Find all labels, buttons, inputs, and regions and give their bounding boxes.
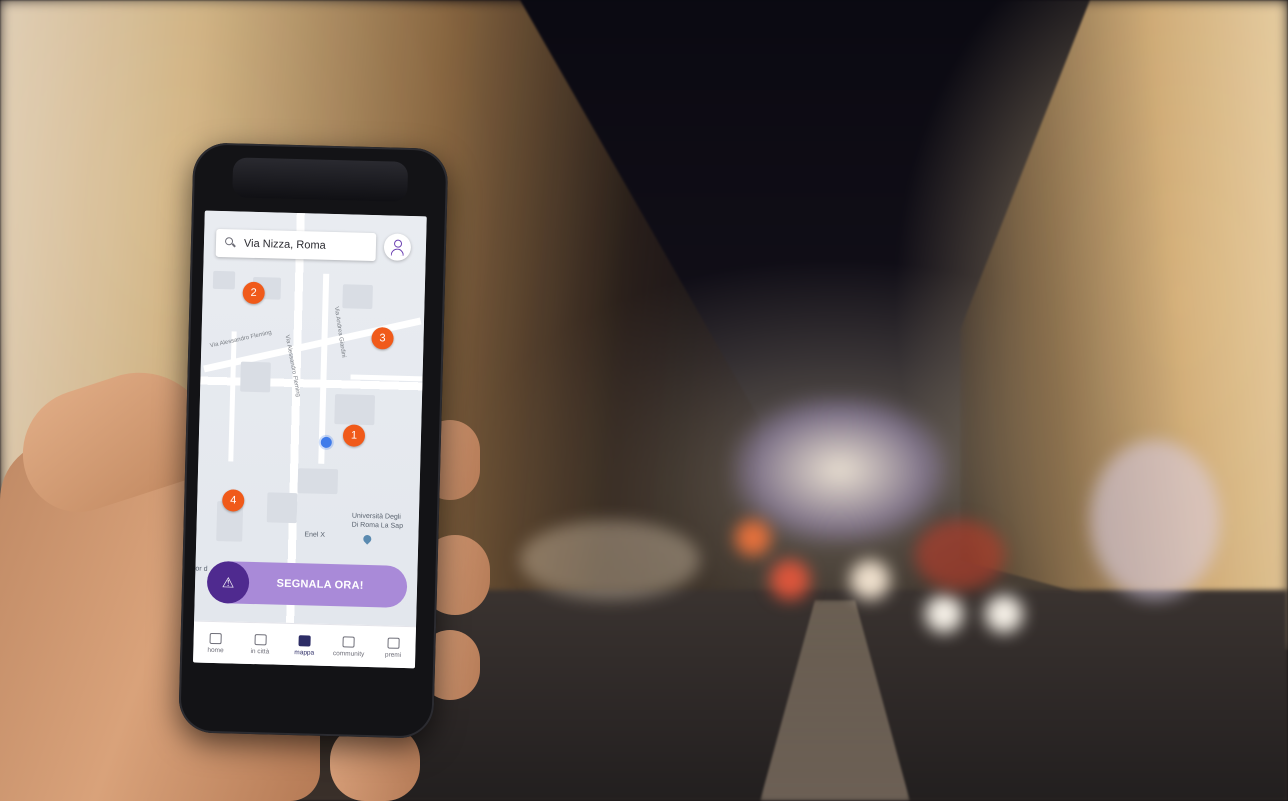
report-pin-1[interactable]: 1 [342,424,366,447]
poi-label: Università Degli [351,512,401,521]
tab-home[interactable]: home [193,632,238,654]
people-icon [342,635,356,648]
map-block [342,284,373,310]
search-icon [224,236,238,250]
bottom-tab-bar: home in città mappa community premi [193,620,417,669]
map-block [297,468,339,495]
map-block [212,270,236,290]
tab-label: in città [250,647,270,655]
report-now-label: SEGNALA ORA! [276,577,364,592]
search-input[interactable]: Via Nizza, Roma [244,238,326,252]
map-road [318,273,330,464]
tab-mappa[interactable]: mappa [282,634,327,656]
search-bar[interactable]: Via Nizza, Roma [215,228,377,262]
phone-top-bezel [232,157,409,202]
map-icon [298,634,311,647]
map-block [266,492,298,524]
poi-label: or d [195,565,208,573]
tab-in-citta[interactable]: in città [238,633,283,655]
bokeh-light [520,520,700,600]
car-headlight [985,595,1023,633]
document-icon [254,633,267,645]
map-road [350,374,423,382]
bokeh-light [735,520,771,556]
report-pin-2[interactable]: 2 [242,281,265,305]
user-icon-body [390,248,404,256]
car-body [915,520,1005,590]
car-headlight [925,595,963,633]
home-icon [209,632,222,644]
poi-label: Enel X [304,531,326,539]
poi-label: Di Roma La Sap [351,521,404,530]
tab-premi[interactable]: premi [371,637,416,659]
tab-label: community [332,649,365,658]
shop-window [1090,440,1220,600]
tab-community[interactable]: community [327,635,372,657]
report-now-button[interactable]: ⚠ SEGNALA ORA! [206,560,408,609]
phone-screen: Via Alessandro Fleming Via Alessandro Fl… [193,210,427,669]
map-block [240,361,271,393]
report-pin-3[interactable]: 3 [371,327,394,350]
trophy-icon [387,637,400,649]
map-block [334,394,376,426]
map-road [228,331,237,462]
bokeh-light [850,560,890,600]
bokeh-light [770,560,810,600]
user-icon [393,239,402,248]
tab-label: home [207,646,224,654]
location-marker-icon[interactable] [361,533,373,545]
tab-label: mappa [294,648,315,657]
tab-label: premi [384,650,402,659]
smartphone: Via Alessandro Fleming Via Alessandro Fl… [178,142,449,739]
street-label: Via Andrea Giardini [332,306,347,359]
warning-icon: ⚠ [206,560,250,604]
current-location-dot [320,436,332,449]
street-label: Via Alessandro Fleming [209,329,273,350]
